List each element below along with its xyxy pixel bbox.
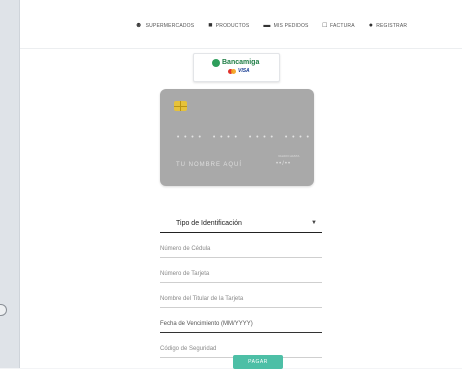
cvv-placeholder: Código de Seguridad	[160, 346, 217, 352]
sidebar	[0, 0, 20, 368]
checkout-page: ☻ Supermercados ■ Productos ▬ Mis pedido…	[20, 0, 462, 369]
chevron-down-icon: ▼	[311, 220, 317, 226]
cedula-input[interactable]: Número de Cédula	[160, 237, 322, 258]
nav-items: ☻ Supermercados ■ Productos ▬ Mis pedido…	[135, 22, 407, 29]
card-holder-display: TU NOMBRE AQUÍ	[176, 162, 243, 168]
holder-placeholder: Nombre del Titular de la Tarjeta	[160, 296, 244, 302]
bank-logo: Bancamiga VISA	[193, 53, 280, 82]
top-navigation: ☻ Supermercados ■ Productos ▬ Mis pedido…	[20, 0, 462, 49]
payment-form: Tipo de Identificación ▼ Número de Cédul…	[160, 212, 322, 358]
mastercard-icon-overlap	[231, 69, 236, 74]
id-type-select-value: Tipo de Identificación	[176, 220, 242, 227]
nav-supermercados[interactable]: ☻ Supermercados	[135, 22, 194, 29]
card-number-display: •••• •••• •••• ••••	[176, 134, 313, 142]
nav-registrar[interactable]: ● Registrar	[369, 22, 407, 29]
pay-button[interactable]: Pagar	[233, 355, 283, 369]
nav-factura[interactable]: □ Factura	[323, 22, 355, 29]
bank-name: Bancamiga	[222, 59, 260, 66]
card-number-placeholder: Número de Tarjeta	[160, 271, 210, 277]
card-exp-display: ••/••	[276, 161, 292, 167]
truck-icon: ▬	[263, 22, 271, 29]
chip-icon	[174, 101, 187, 111]
box-icon: ■	[208, 22, 213, 29]
nav-label: Productos	[215, 22, 250, 29]
nav-label: Supermercados	[145, 22, 195, 29]
nav-mis-pedidos[interactable]: ▬ Mis pedidos	[263, 22, 308, 29]
card-exp-label: Valido hasta	[278, 154, 300, 158]
id-type-select[interactable]: Tipo de Identificación ▼	[160, 212, 322, 233]
card-number-input[interactable]: Número de Tarjeta	[160, 262, 322, 283]
expiry-input[interactable]: Fecha de Vencimiento (MM/YYYY)	[160, 312, 322, 333]
user-plus-icon: ●	[368, 22, 374, 29]
people-icon: ☻	[135, 22, 143, 29]
cedula-placeholder: Número de Cédula	[160, 246, 211, 252]
nav-label: Factura	[330, 22, 355, 29]
nav-productos[interactable]: ■ Productos	[208, 22, 249, 29]
sidebar-toggle-handle[interactable]	[0, 304, 7, 316]
bank-logo-icon	[212, 59, 220, 67]
card-preview: •••• •••• •••• •••• TU NOMBRE AQUÍ Valid…	[160, 89, 314, 186]
receipt-icon: □	[322, 22, 328, 29]
nav-label: Registrar	[376, 22, 408, 29]
expiry-placeholder: Fecha de Vencimiento (MM/YYYY)	[160, 321, 253, 327]
nav-label: Mis pedidos	[273, 22, 309, 29]
holder-name-input[interactable]: Nombre del Titular de la Tarjeta	[160, 287, 322, 308]
visa-label: VISA	[238, 68, 250, 74]
